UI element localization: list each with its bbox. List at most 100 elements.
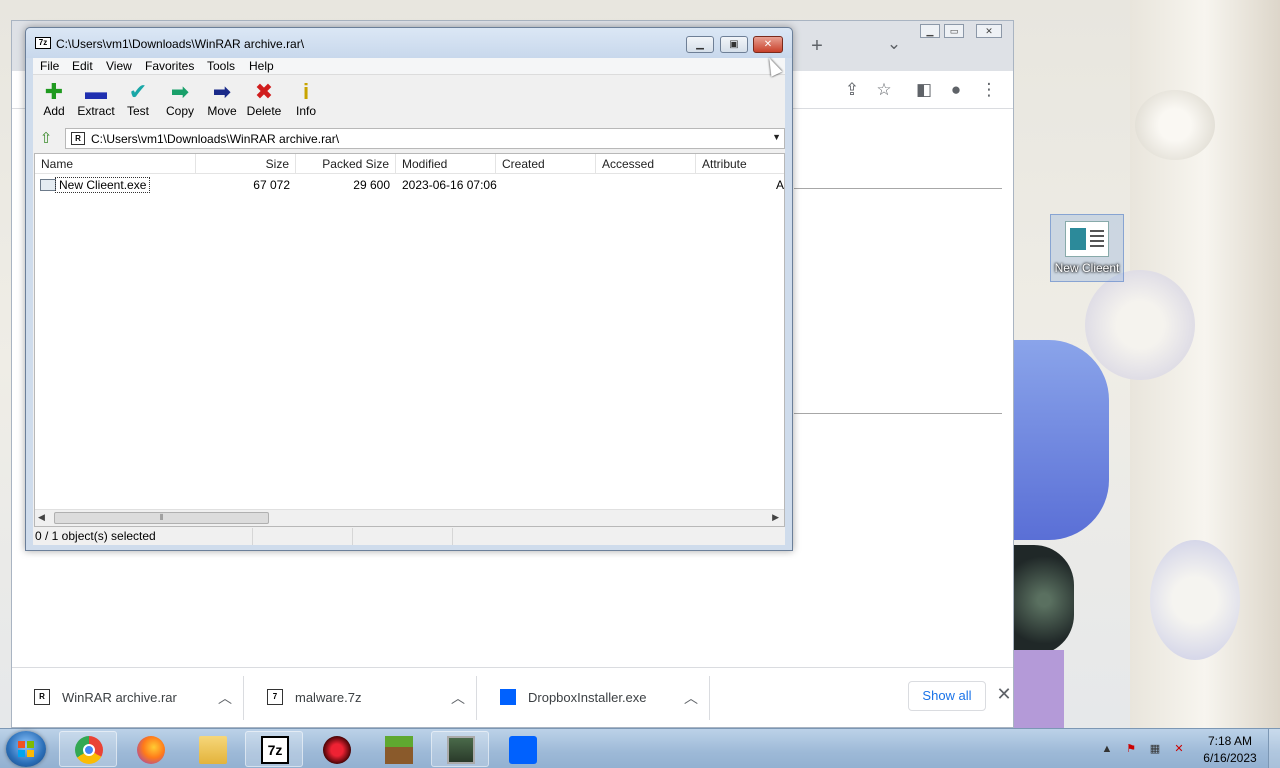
column-header-size[interactable]: Size bbox=[196, 154, 296, 174]
dropbox-icon bbox=[500, 689, 516, 705]
profile-avatar-icon[interactable]: ● bbox=[944, 78, 968, 102]
chevron-up-icon[interactable]: ︿ bbox=[684, 688, 698, 708]
action-center-icon[interactable]: ⚑ bbox=[1124, 743, 1138, 755]
desktop-icon-label: New Clieent bbox=[1054, 261, 1120, 275]
menu-edit[interactable]: Edit bbox=[71, 58, 94, 75]
download-item[interactable]: 7 malware.7z ︿ bbox=[245, 676, 477, 720]
file-modified: 2023-06-16 07:06 bbox=[402, 178, 497, 192]
download-shelf: R WinRAR archive.rar ︿ 7 malware.7z ︿ Dr… bbox=[12, 667, 1013, 727]
download-name: WinRAR archive.rar bbox=[62, 690, 177, 705]
bookmark-star-icon[interactable]: ☆ bbox=[872, 78, 896, 102]
delete-button[interactable]: ✖ Delete bbox=[243, 80, 285, 122]
share-icon[interactable]: ⇪ bbox=[840, 78, 864, 102]
wallpaper-mushroom-3 bbox=[1150, 540, 1240, 660]
test-icon: ✔ bbox=[128, 79, 148, 104]
taskbar-red-app[interactable] bbox=[307, 731, 365, 767]
volume-muted-icon[interactable]: ✕ bbox=[1172, 743, 1186, 755]
new-tab-button[interactable]: + bbox=[805, 34, 829, 58]
show-all-button[interactable]: Show all bbox=[908, 681, 986, 711]
menu-favorites[interactable]: Favorites bbox=[144, 58, 195, 75]
desktop-icon-new-clieent[interactable]: New Clieent bbox=[1050, 214, 1124, 282]
scroll-right-arrow-icon[interactable]: ▶ bbox=[772, 512, 779, 523]
file-size: 67 072 bbox=[253, 178, 290, 192]
clock-time[interactable]: 7:18 AM bbox=[1200, 734, 1260, 748]
table-row[interactable]: New Clieent.exe 67 072 29 600 2023-06-16… bbox=[35, 176, 784, 194]
chrome-close-button[interactable]: ✕ bbox=[976, 24, 1002, 38]
move-button[interactable]: ➡ Move bbox=[201, 80, 243, 122]
test-label: Test bbox=[126, 104, 149, 118]
move-icon: ➡ bbox=[212, 79, 232, 104]
rar-archive-icon: R bbox=[34, 689, 50, 705]
download-item[interactable]: R WinRAR archive.rar ︿ bbox=[12, 676, 244, 720]
column-header-name[interactable]: Name bbox=[35, 154, 196, 174]
menu-help[interactable]: Help bbox=[248, 58, 275, 75]
taskbar-minecraft[interactable] bbox=[369, 731, 427, 767]
tab-search-button[interactable]: ⌄ bbox=[882, 32, 906, 56]
firefox-icon bbox=[137, 736, 165, 764]
move-label: Move bbox=[207, 104, 237, 118]
file-created bbox=[502, 176, 602, 194]
copy-label: Copy bbox=[165, 104, 194, 118]
chrome-menu-icon[interactable]: ⋮ bbox=[977, 78, 1001, 102]
status-bar: 0 / 1 object(s) selected bbox=[33, 528, 785, 545]
chrome-minimize-button[interactable]: ▁ bbox=[920, 24, 940, 38]
add-button[interactable]: ✚ Add bbox=[33, 80, 75, 122]
file-explorer-icon bbox=[199, 736, 227, 764]
show-hidden-icons-icon[interactable]: ▲ bbox=[1100, 743, 1114, 755]
column-header-created[interactable]: Created bbox=[496, 154, 596, 174]
taskbar-remote-desktop[interactable] bbox=[431, 731, 489, 767]
test-button[interactable]: ✔ Test bbox=[117, 80, 159, 122]
list-header: Name Size Packed Size Modified Created A… bbox=[35, 154, 784, 174]
7zip-window: 7z C:\Users\vm1\Downloads\WinRAR archive… bbox=[25, 27, 793, 551]
extract-label: Extract bbox=[77, 104, 115, 118]
taskbar-file-explorer[interactable] bbox=[183, 731, 241, 767]
address-combobox[interactable]: R C:\Users\vm1\Downloads\WinRAR archive.… bbox=[65, 128, 785, 149]
clock-date[interactable]: 6/16/2023 bbox=[1196, 751, 1264, 765]
file-packed-size: 29 600 bbox=[353, 178, 390, 192]
app-red-icon bbox=[323, 736, 351, 764]
column-header-modified[interactable]: Modified bbox=[396, 154, 496, 174]
delete-icon: ✖ bbox=[254, 79, 274, 104]
file-attributes: A bbox=[775, 178, 784, 192]
menu-file[interactable]: File bbox=[39, 58, 60, 75]
menu-tools[interactable]: Tools bbox=[206, 58, 236, 75]
titlebar[interactable]: 7z C:\Users\vm1\Downloads\WinRAR archive… bbox=[26, 28, 792, 58]
download-item[interactable]: DropboxInstaller.exe ︿ bbox=[478, 676, 710, 720]
wallpaper-mushroom-2 bbox=[1135, 90, 1215, 160]
maximize-button[interactable]: ▣ bbox=[720, 36, 748, 53]
show-desktop-button[interactable] bbox=[1268, 729, 1280, 768]
chevron-up-icon[interactable]: ︿ bbox=[218, 688, 232, 708]
taskbar-firefox[interactable] bbox=[121, 731, 179, 767]
column-header-attributes[interactable]: Attribute bbox=[696, 154, 784, 174]
7zip-icon: 7z bbox=[261, 736, 289, 764]
taskbar-chrome[interactable] bbox=[59, 731, 117, 767]
scrollbar-thumb[interactable]: ⦀ bbox=[54, 512, 269, 524]
window-title: C:\Users\vm1\Downloads\WinRAR archive.ra… bbox=[56, 37, 305, 51]
up-folder-icon[interactable]: ⇧ bbox=[35, 129, 57, 149]
column-header-packed-size[interactable]: Packed Size bbox=[296, 154, 396, 174]
scroll-left-arrow-icon[interactable]: ◀ bbox=[38, 512, 45, 523]
taskbar: 7z ▲ ⚑ ▦ ✕ 7:18 AM 6/16/2023 bbox=[0, 728, 1280, 768]
wallpaper-dark-bloom bbox=[1014, 545, 1074, 655]
status-cell-2 bbox=[253, 528, 353, 545]
horizontal-scrollbar[interactable]: ◀ ⦀ ▶ bbox=[35, 509, 784, 526]
delete-label: Delete bbox=[246, 104, 282, 118]
column-header-accessed[interactable]: Accessed bbox=[596, 154, 696, 174]
chevron-up-icon[interactable]: ︿ bbox=[451, 688, 465, 708]
file-name[interactable]: New Clieent.exe bbox=[55, 177, 151, 193]
copy-button[interactable]: ➡ Copy bbox=[159, 80, 201, 122]
taskbar-7zip[interactable]: 7z bbox=[245, 731, 303, 767]
dropdown-arrow-icon[interactable]: ▼ bbox=[772, 132, 781, 142]
info-button[interactable]: i Info bbox=[285, 80, 327, 122]
close-button[interactable]: ✕ bbox=[753, 36, 783, 53]
menu-view[interactable]: View bbox=[105, 58, 133, 75]
start-button[interactable] bbox=[6, 731, 46, 767]
extract-button[interactable]: ▬ Extract bbox=[75, 80, 117, 122]
file-list[interactable]: Name Size Packed Size Modified Created A… bbox=[34, 153, 785, 527]
minimize-button[interactable]: ▁ bbox=[686, 36, 714, 53]
network-icon[interactable]: ▦ bbox=[1148, 743, 1162, 755]
side-panel-icon[interactable]: ◧ bbox=[912, 78, 936, 102]
chrome-maximize-button[interactable]: ▭ bbox=[944, 24, 964, 38]
close-icon[interactable]: ✕ bbox=[994, 684, 1014, 704]
taskbar-dropbox[interactable] bbox=[493, 731, 551, 767]
